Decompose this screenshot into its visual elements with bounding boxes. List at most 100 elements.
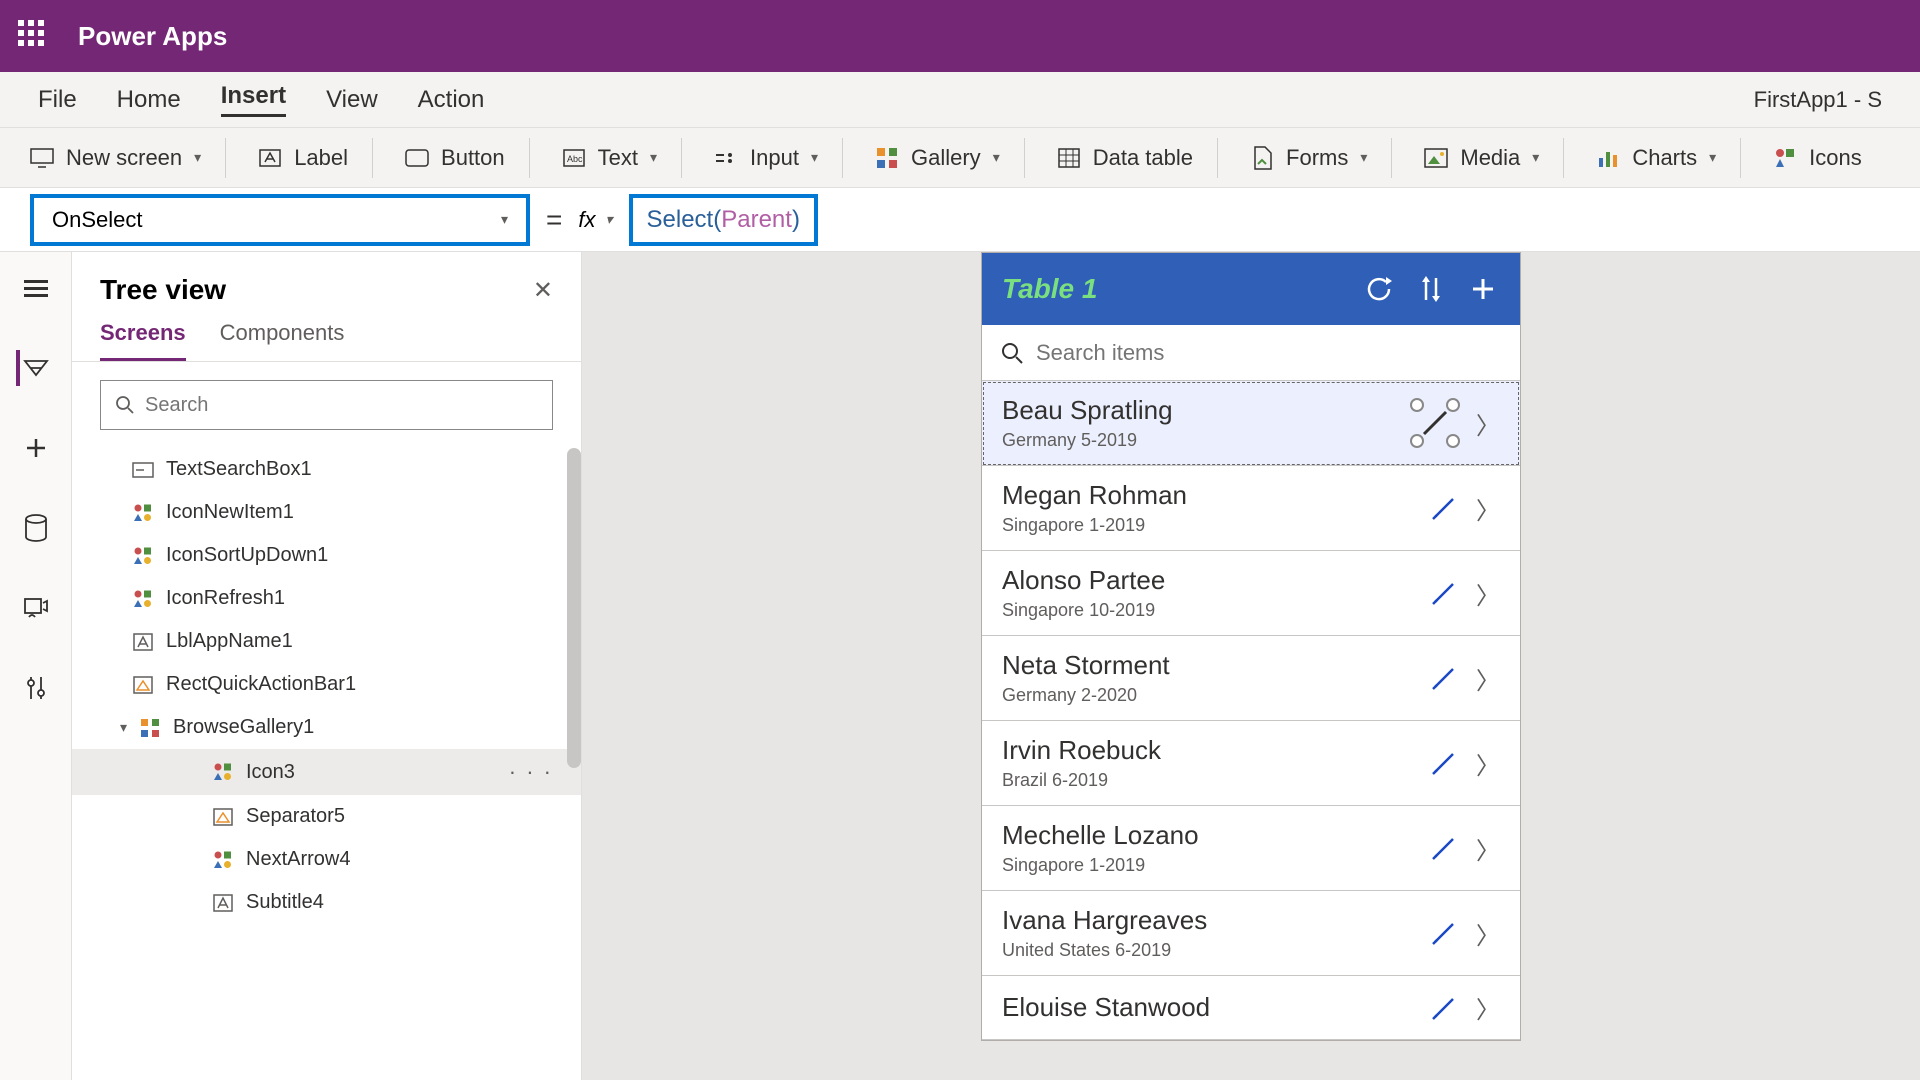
list-item[interactable]: Alonso ParteeSingapore 10-2019〉 [982, 551, 1520, 636]
menu-view[interactable]: View [326, 86, 378, 114]
tree-node[interactable]: ▾BrowseGallery1 [72, 706, 581, 749]
tree-node[interactable]: IconSortUpDown1 [72, 534, 581, 577]
ribbon-forms[interactable]: Forms ▾ [1250, 138, 1392, 178]
advanced-rail-icon[interactable] [18, 670, 54, 706]
chevron-right-icon[interactable]: 〉 [1476, 491, 1500, 526]
add-icon[interactable] [1466, 272, 1500, 306]
list-item[interactable]: Neta StormentGermany 2-2020〉 [982, 636, 1520, 721]
tree-search[interactable] [100, 380, 553, 430]
ribbon-gallery[interactable]: Gallery ▾ [875, 138, 1025, 178]
tree-node[interactable]: LblAppName1 [72, 620, 581, 663]
formula-input[interactable]: Select(Parent) [629, 194, 818, 246]
phone-preview: Table 1 Beau SpratlingGermany 5-2019〉Meg… [981, 252, 1521, 1041]
formula-bar: OnSelect ▾ = fx ▾ Select(Parent) [0, 188, 1920, 252]
ribbon-icons[interactable]: Icons [1773, 138, 1886, 178]
item-name: Ivana Hargreaves [1002, 905, 1430, 936]
node-label: IconNewItem1 [166, 501, 294, 524]
screen-icon [30, 146, 54, 170]
edit-icon[interactable] [1430, 919, 1458, 947]
property-selector[interactable]: OnSelect ▾ [30, 194, 530, 246]
list-item[interactable]: Irvin RoebuckBrazil 6-2019〉 [982, 721, 1520, 806]
app-title: Table 1 [1002, 273, 1344, 305]
list-item[interactable]: Megan RohmanSingapore 1-2019〉 [982, 466, 1520, 551]
edit-icon[interactable] [1430, 749, 1458, 777]
node-icon [132, 459, 154, 481]
chevron-down-icon: ▾ [1360, 149, 1367, 166]
edit-icon[interactable] [1430, 579, 1458, 607]
list-item[interactable]: Mechelle LozanoSingapore 1-2019〉 [982, 806, 1520, 891]
tree-title: Tree view [100, 274, 226, 306]
refresh-icon[interactable] [1362, 272, 1396, 306]
ribbon-input[interactable]: Input ▾ [714, 138, 843, 178]
tree-node[interactable]: IconNewItem1 [72, 491, 581, 534]
ribbon-text[interactable]: Abc Text ▾ [562, 138, 682, 178]
list-item[interactable]: Ivana Hargreaves United States 6-2019 〉 [982, 891, 1520, 976]
app-launcher-icon[interactable] [18, 20, 50, 52]
chevron-down-icon: ▾ [811, 149, 818, 166]
chevron-right-icon[interactable]: 〉 [1476, 576, 1500, 611]
insert-rail-icon[interactable] [18, 430, 54, 466]
item-subtitle: Singapore 10-2019 [1002, 600, 1430, 621]
media-rail-icon[interactable] [18, 590, 54, 626]
chevron-right-icon[interactable]: 〉 [1476, 916, 1500, 951]
button-icon [405, 146, 429, 170]
tree-node[interactable]: TextSearchBox1 [72, 448, 581, 491]
sort-icon[interactable] [1414, 272, 1448, 306]
tab-screens[interactable]: Screens [100, 320, 186, 361]
more-icon[interactable]: · · · [509, 759, 553, 785]
ribbon-charts[interactable]: Charts ▾ [1596, 138, 1741, 178]
tree-node[interactable]: Subtitle4 [72, 881, 581, 924]
menu-insert[interactable]: Insert [221, 82, 286, 117]
data-rail-icon[interactable] [18, 510, 54, 546]
list-item[interactable]: Elouise Stanwood〉 [982, 976, 1520, 1040]
chevron-right-icon[interactable]: 〉 [1476, 746, 1500, 781]
input-icon [714, 146, 738, 170]
selection-handles[interactable] [1412, 400, 1458, 446]
ribbon-data-table[interactable]: Data table [1057, 138, 1218, 178]
tab-components[interactable]: Components [220, 320, 345, 361]
item-subtitle: Germany 5-2019 [1002, 430, 1412, 451]
tree-view-icon[interactable] [16, 350, 52, 386]
chevron-right-icon[interactable]: 〉 [1476, 831, 1500, 866]
tree-node[interactable]: NextArrow4 [72, 838, 581, 881]
node-label: BrowseGallery1 [173, 716, 314, 739]
search-icon [1000, 341, 1024, 365]
node-icon [212, 761, 234, 783]
search-icon [115, 395, 135, 415]
menu-action[interactable]: Action [418, 86, 485, 114]
app-name: Power Apps [78, 21, 227, 52]
item-name: Beau Spratling [1002, 395, 1412, 426]
close-icon[interactable]: ✕ [533, 276, 553, 305]
ribbon-button[interactable]: Button [405, 138, 530, 178]
tree-node[interactable]: IconRefresh1 [72, 577, 581, 620]
node-label: Icon3 [246, 761, 295, 784]
tree-node[interactable]: RectQuickActionBar1 [72, 663, 581, 706]
ribbon-new-screen[interactable]: New screen ▾ [30, 138, 226, 178]
chevron-right-icon[interactable]: 〉 [1476, 990, 1500, 1025]
node-icon [132, 631, 154, 653]
hamburger-icon[interactable] [18, 270, 54, 306]
fx-indicator[interactable]: fx ▾ [578, 207, 612, 233]
tree-search-input[interactable] [145, 394, 538, 417]
edit-icon[interactable] [1430, 994, 1458, 1022]
chevron-down-icon: ▾ [650, 149, 657, 166]
tree-node[interactable]: Icon3 · · · [72, 749, 581, 795]
menu-bar: File Home Insert View Action FirstApp1 -… [0, 72, 1920, 128]
item-subtitle: United States 6-2019 [1002, 940, 1430, 961]
edit-icon[interactable] [1430, 834, 1458, 862]
menu-home[interactable]: Home [117, 86, 181, 114]
chevron-down-icon: ▾ [1709, 149, 1716, 166]
search-items-input[interactable] [1036, 340, 1502, 366]
scrollbar[interactable] [567, 448, 581, 768]
ribbon-media[interactable]: Media ▾ [1424, 138, 1564, 178]
tree-list: TextSearchBox1 IconNewItem1 IconSortUpDown… [72, 448, 581, 1080]
tree-node[interactable]: Separator5 [72, 795, 581, 838]
edit-icon[interactable] [1430, 664, 1458, 692]
chevron-right-icon[interactable]: 〉 [1476, 406, 1500, 441]
canvas[interactable]: Table 1 Beau SpratlingGermany 5-2019〉Meg… [582, 252, 1920, 1080]
ribbon-label[interactable]: Label [258, 138, 373, 178]
menu-file[interactable]: File [38, 86, 77, 114]
list-item[interactable]: Beau Spratling Germany 5-2019 〉 [982, 381, 1520, 466]
edit-icon[interactable] [1430, 494, 1458, 522]
chevron-right-icon[interactable]: 〉 [1476, 661, 1500, 696]
